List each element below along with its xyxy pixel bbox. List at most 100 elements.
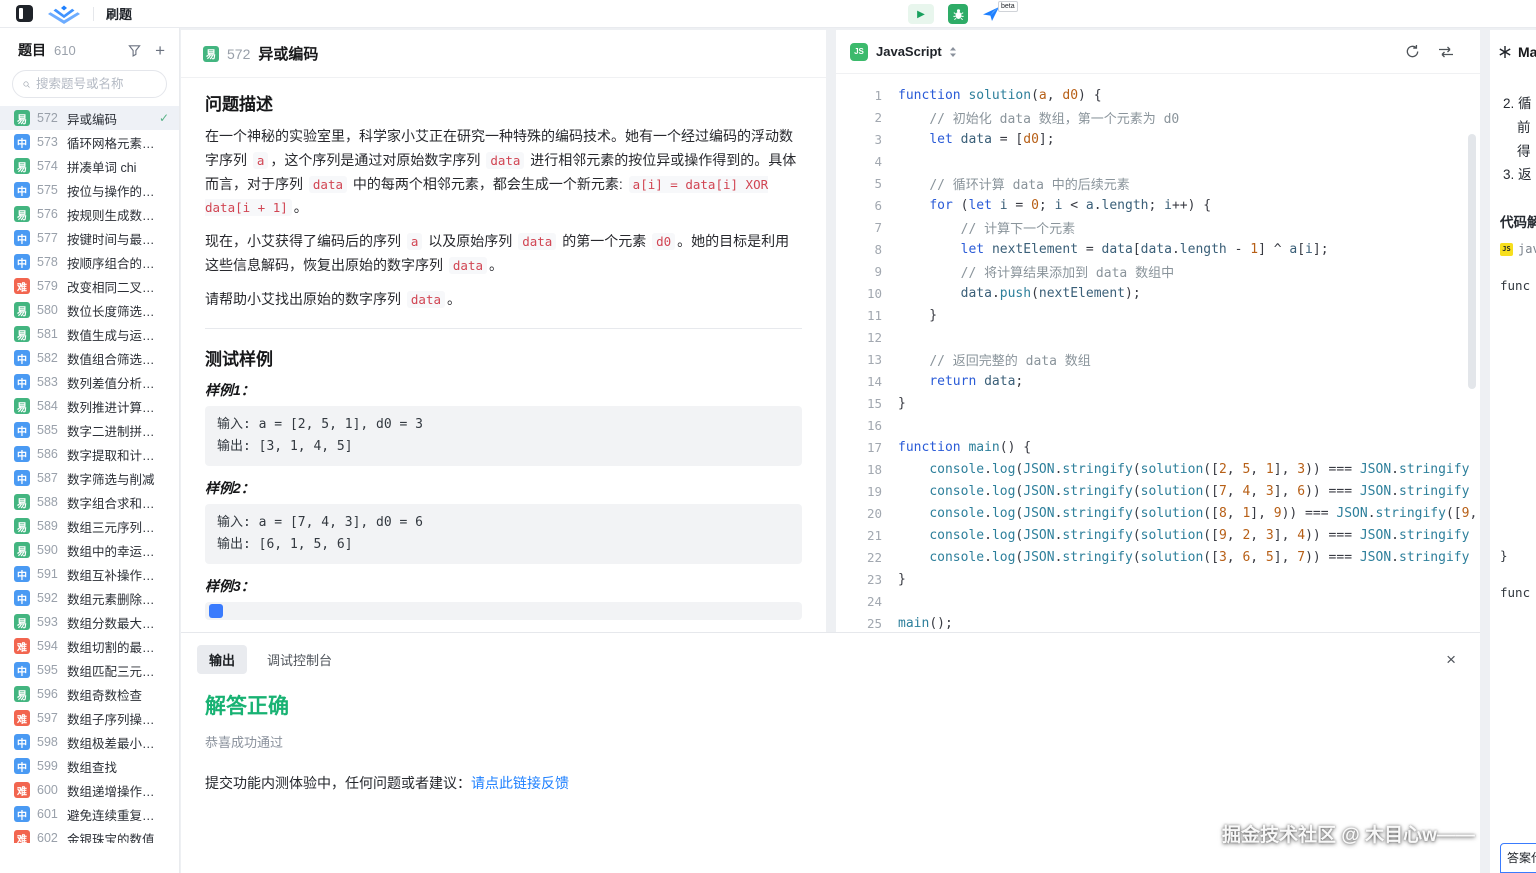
- samples-section: 样例1：输入: a = [2, 5, 1], d0 = 3 输出: [3, 1,…: [205, 380, 802, 620]
- search-input[interactable]: [36, 77, 156, 91]
- chevron-updown-icon[interactable]: [948, 46, 958, 58]
- inline-code: data: [449, 257, 487, 274]
- close-icon[interactable]: ×: [1446, 651, 1456, 668]
- problem-row[interactable]: 难579改变相同二叉…: [0, 274, 179, 298]
- line-number: 25: [836, 616, 882, 631]
- sidebar-toggle-icon[interactable]: [16, 5, 33, 22]
- problem-row[interactable]: 中599数组查找: [0, 754, 179, 778]
- problem-id: 579: [37, 279, 61, 293]
- difficulty-badge: 中: [14, 374, 30, 390]
- problem-row[interactable]: 中577按键时间与最…: [0, 226, 179, 250]
- problem-row[interactable]: 中587数字筛选与削减: [0, 466, 179, 490]
- difficulty-badge: 难: [14, 710, 30, 726]
- line-number: 14: [836, 374, 882, 389]
- problem-id: 594: [37, 639, 61, 653]
- problem-row[interactable]: 易572异或编码✓: [0, 106, 179, 130]
- code-text: function solution(a, d0) {: [898, 88, 1102, 103]
- problem-row[interactable]: 易590数组中的幸运…: [0, 538, 179, 562]
- problem-title: 数组递增操作…: [67, 781, 155, 800]
- problem-row[interactable]: 中595数组匹配三元…: [0, 658, 179, 682]
- problem-row[interactable]: 易584数列推进计算…: [0, 394, 179, 418]
- sidebar-title: 题目: [18, 40, 46, 60]
- difficulty-badge: 易: [14, 686, 30, 702]
- debug-button[interactable]: [948, 4, 968, 24]
- code-line: 14 return data;: [836, 370, 1480, 392]
- problem-id: 584: [37, 399, 61, 413]
- problem-row[interactable]: 中598数组极差最小…: [0, 730, 179, 754]
- code-text: console.log(JSON.stringify(solution([9, …: [898, 528, 1469, 543]
- run-button[interactable]: ▶: [908, 4, 934, 24]
- problem-title: 数字筛选与削减: [67, 469, 155, 488]
- problem-id: 600: [37, 783, 61, 797]
- reset-code-icon[interactable]: [1405, 44, 1420, 59]
- problem-row[interactable]: 难597数组子序列操…: [0, 706, 179, 730]
- problem-title: 数组元素删除…: [67, 589, 155, 608]
- difficulty-badge: 中: [14, 590, 30, 606]
- problem-row[interactable]: 易581数值生成与运…: [0, 322, 179, 346]
- problem-row[interactable]: 中601避免连续重复…: [0, 802, 179, 826]
- problem-row[interactable]: 中585数字二进制拼…: [0, 418, 179, 442]
- difficulty-badge: 易: [14, 302, 30, 318]
- problem-description-panel: 易 572 异或编码 问题描述 在一个神秘的实验室里，科学家小艾正在研究一种特殊…: [181, 30, 826, 632]
- problem-row[interactable]: 中583数列差值分析…: [0, 370, 179, 394]
- format-code-icon[interactable]: [1438, 45, 1454, 59]
- problem-title: 数组极差最小…: [67, 733, 155, 752]
- code-line: 25main();: [836, 612, 1480, 632]
- problem-title: 数组奇数检查: [67, 685, 142, 704]
- problem-title: 数组互补操作…: [67, 565, 155, 584]
- problem-row[interactable]: 易580数位长度筛选…: [0, 298, 179, 322]
- problem-row[interactable]: 易589数组三元序列…: [0, 514, 179, 538]
- line-number: 20: [836, 506, 882, 521]
- difficulty-badge: 中: [14, 182, 30, 198]
- sample-block: [205, 602, 802, 620]
- code-line: 23}: [836, 568, 1480, 590]
- editor-scrollbar[interactable]: [1468, 134, 1476, 389]
- line-number: 4: [836, 154, 882, 169]
- search-box[interactable]: [12, 70, 167, 98]
- code-text: // 循环计算 data 中的后续元素: [898, 174, 1130, 193]
- problem-row[interactable]: 难602金银珠宝的数值: [0, 826, 179, 843]
- sparkle-icon: [1498, 45, 1512, 59]
- difficulty-badge: 易: [14, 326, 30, 342]
- problem-title: 异或编码: [258, 43, 318, 64]
- tab-output[interactable]: 输出: [197, 645, 247, 674]
- filter-icon[interactable]: [128, 44, 141, 57]
- code-editor[interactable]: 1function solution(a, d0) {2 // 初始化 data…: [836, 74, 1480, 632]
- line-number: 8: [836, 242, 882, 257]
- language-select[interactable]: JavaScript: [876, 44, 942, 59]
- code-line: 13 // 返回完整的 data 数组: [836, 348, 1480, 370]
- problem-row[interactable]: 中586数字提取和计…: [0, 442, 179, 466]
- problem-row[interactable]: 难594数组切割的最…: [0, 634, 179, 658]
- feedback-link[interactable]: 请点此链接反馈: [471, 775, 569, 791]
- code-line: 17function main() {: [836, 436, 1480, 458]
- problem-row[interactable]: 中578按顺序组合的…: [0, 250, 179, 274]
- code-text: function main() {: [898, 440, 1031, 455]
- submit-button[interactable]: beta: [982, 5, 1020, 23]
- juejin-logo[interactable]: [47, 4, 81, 24]
- problem-row[interactable]: 易596数组奇数检查: [0, 682, 179, 706]
- problem-title: 数组切割的最…: [67, 637, 155, 656]
- code-text: return data;: [898, 374, 1023, 389]
- problem-id: 574: [37, 159, 61, 173]
- answer-code-button[interactable]: 答案代码: [1500, 843, 1536, 873]
- problem-row[interactable]: 易576按规则生成数…: [0, 202, 179, 226]
- problem-row[interactable]: 中573循环网格元素…: [0, 130, 179, 154]
- code-line: 24: [836, 590, 1480, 612]
- problem-row[interactable]: 难600数组递增操作…: [0, 778, 179, 802]
- result-status: 解答正确: [181, 690, 1480, 720]
- result-subtitle: 恭喜成功通过: [181, 732, 1480, 751]
- problem-row[interactable]: 中591数组互补操作…: [0, 562, 179, 586]
- problem-id: 586: [37, 447, 61, 461]
- problem-row[interactable]: 易574拼凑单词 chi: [0, 154, 179, 178]
- problem-row[interactable]: 中575按位与操作的…: [0, 178, 179, 202]
- line-number: 5: [836, 176, 882, 191]
- problem-row[interactable]: 中582数值组合筛选…: [0, 346, 179, 370]
- explanation-tab-title: Ma: [1518, 44, 1536, 60]
- problem-row[interactable]: 易588数字组合求和…: [0, 490, 179, 514]
- description-heading: 问题描述: [205, 90, 802, 115]
- problem-row[interactable]: 中592数组元素删除…: [0, 586, 179, 610]
- problem-row[interactable]: 易593数组分数最大…: [0, 610, 179, 634]
- tab-debug-console[interactable]: 调试控制台: [259, 645, 340, 674]
- add-icon[interactable]: +: [155, 42, 165, 59]
- problem-id: 595: [37, 663, 61, 677]
